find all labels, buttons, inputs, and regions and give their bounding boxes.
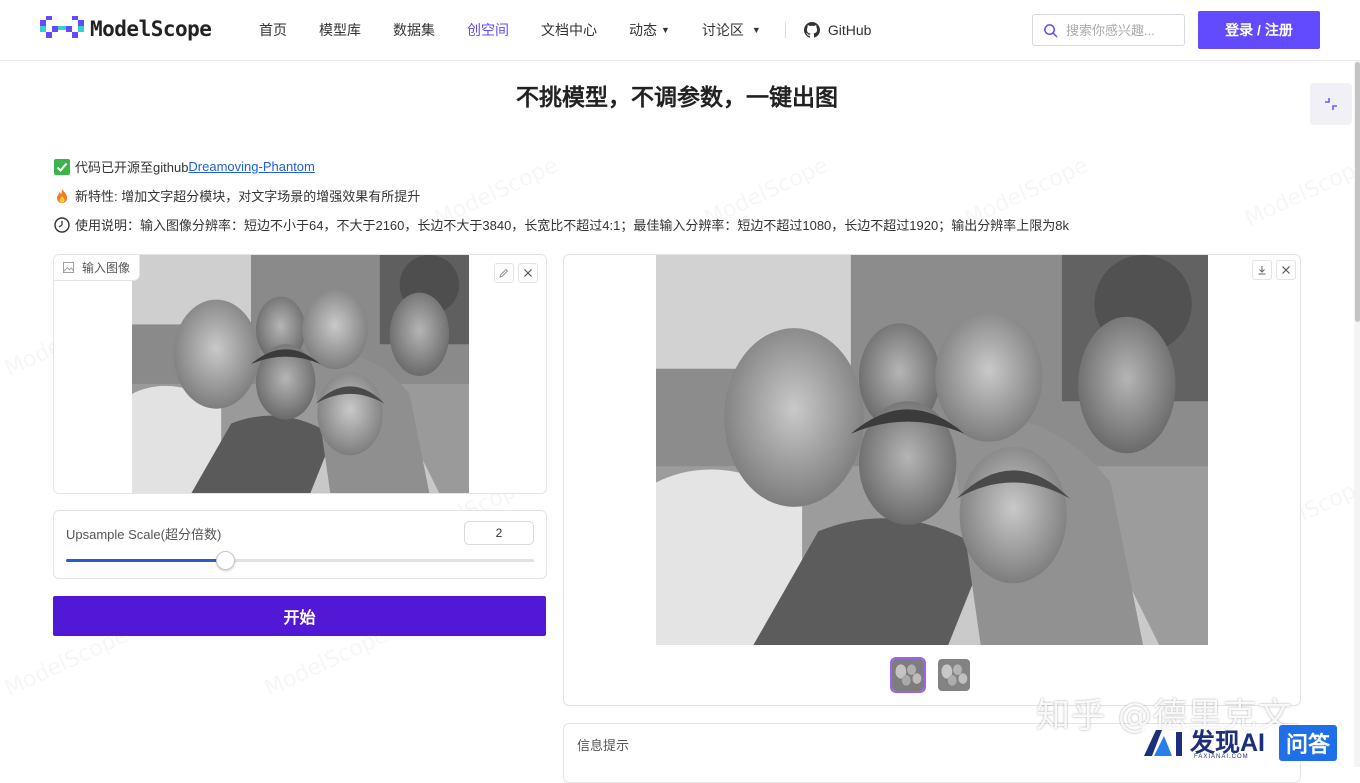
upsample-scale-input[interactable] <box>464 521 534 545</box>
output-photo <box>656 255 1208 645</box>
note-text: 新特性: 增加文字超分模块，对文字场景的增强效果有所提升 <box>75 189 421 204</box>
modelscope-logo[interactable]: ModelScope <box>40 16 212 42</box>
usage-notes: 代码已开源至github Dreamoving-Phantom 新特性: 增加文… <box>54 152 1069 239</box>
clock-icon <box>54 216 70 233</box>
output-thumbnails <box>890 657 982 693</box>
note-instructions: 使用说明：输入图像分辨率：短边不小于64，不大于2160，长边不大于3840，长… <box>54 210 1069 239</box>
top-navigation-bar: ModelScope 首页 模型库 数据集 创空间 文档中心 动态 ▼ 讨论区 … <box>0 0 1360 61</box>
output-thumbnail[interactable] <box>936 657 972 693</box>
upsample-scale-label: Upsample Scale(超分倍数) <box>66 527 222 542</box>
slider-thumb[interactable] <box>216 551 236 570</box>
badge-subtitle: FAXIANAI.COM <box>1194 754 1249 760</box>
clear-image-button[interactable] <box>518 263 538 283</box>
collapse-icon <box>1325 98 1337 110</box>
note-text: 使用说明：输入图像分辨率：短边不小于64，不大于2160，长边不大于3840，长… <box>75 218 1069 233</box>
watermark: ModelScope <box>1241 153 1360 232</box>
input-image-label-text: 输入图像 <box>82 261 131 275</box>
caret-down-icon: ▼ <box>661 25 670 35</box>
input-image-label: 输入图像 <box>54 255 141 281</box>
start-button[interactable]: 开始 <box>53 596 546 636</box>
main-nav: 首页 模型库 数据集 创空间 文档中心 动态 ▼ 讨论区 ▼ GitHub <box>259 0 903 60</box>
nav-forum[interactable]: 讨论区 ▼ <box>702 20 761 40</box>
page-title: 不挑模型，不调参数，一键出图 <box>516 84 838 110</box>
note-new-feature: 新特性: 增加文字超分模块，对文字场景的增强效果有所提升 <box>54 181 1069 210</box>
nav-divider <box>784 22 786 38</box>
nav-news[interactable]: 动态 ▼ <box>629 20 670 40</box>
edit-image-button[interactable] <box>494 263 514 283</box>
input-photo <box>132 255 469 493</box>
faxianai-logo-icon <box>1144 730 1182 756</box>
nav-github-label: GitHub <box>827 22 872 38</box>
search-box[interactable] <box>1032 14 1185 46</box>
github-repo-link[interactable]: Dreamoving-Phantom <box>188 159 314 174</box>
info-label: 信息提示 <box>577 738 630 753</box>
badge-qa: 问答 <box>1279 725 1338 761</box>
upsample-scale-slider[interactable] <box>66 551 534 570</box>
checkmark-icon <box>54 158 70 175</box>
nav-home[interactable]: 首页 <box>259 20 287 40</box>
thumbnail-image <box>892 659 924 691</box>
collapse-button[interactable] <box>1310 83 1352 125</box>
group-photo-image <box>132 255 469 493</box>
badge-title: 发现AI <box>1190 728 1266 757</box>
note-open-source: 代码已开源至github Dreamoving-Phantom <box>54 152 1069 181</box>
slider-fill <box>66 559 226 562</box>
input-image-panel[interactable]: 输入图像 <box>53 254 547 494</box>
fire-icon <box>57 188 67 203</box>
github-icon <box>803 22 820 38</box>
close-icon <box>1282 266 1290 274</box>
thumbnail-image <box>938 659 970 691</box>
nav-github[interactable]: GitHub <box>803 22 872 38</box>
close-output-button[interactable] <box>1276 260 1296 280</box>
nav-datasets[interactable]: 数据集 <box>393 20 435 40</box>
upscaled-group-photo-image <box>656 255 1208 645</box>
output-thumbnail[interactable] <box>890 657 926 693</box>
scrollbar-thumb[interactable] <box>1355 62 1360 322</box>
nav-forum-label: 讨论区 <box>701 22 744 38</box>
nav-models[interactable]: 模型库 <box>319 20 361 40</box>
search-input[interactable] <box>1066 22 1181 38</box>
output-image-panel <box>563 254 1301 706</box>
download-button[interactable] <box>1252 260 1272 280</box>
caret-down-icon: ▼ <box>751 25 761 35</box>
modelscope-logo-icon <box>40 16 84 38</box>
pencil-icon <box>499 268 509 278</box>
faxianai-badge: 发现AI FAXIANAI.COM 问答 <box>1142 724 1338 762</box>
search-icon <box>1044 23 1058 37</box>
nav-studios[interactable]: 创空间 <box>467 20 509 40</box>
logo-text: ModelScope <box>90 17 212 41</box>
note-text: 代码已开源至github <box>75 160 189 175</box>
upsample-scale-panel: Upsample Scale(超分倍数) <box>53 510 547 579</box>
image-icon <box>63 262 74 273</box>
download-icon <box>1258 266 1266 275</box>
login-register-button[interactable]: 登录 / 注册 <box>1198 11 1320 49</box>
nav-news-label: 动态 <box>629 22 657 38</box>
close-icon <box>524 269 532 277</box>
nav-docs[interactable]: 文档中心 <box>541 20 597 40</box>
